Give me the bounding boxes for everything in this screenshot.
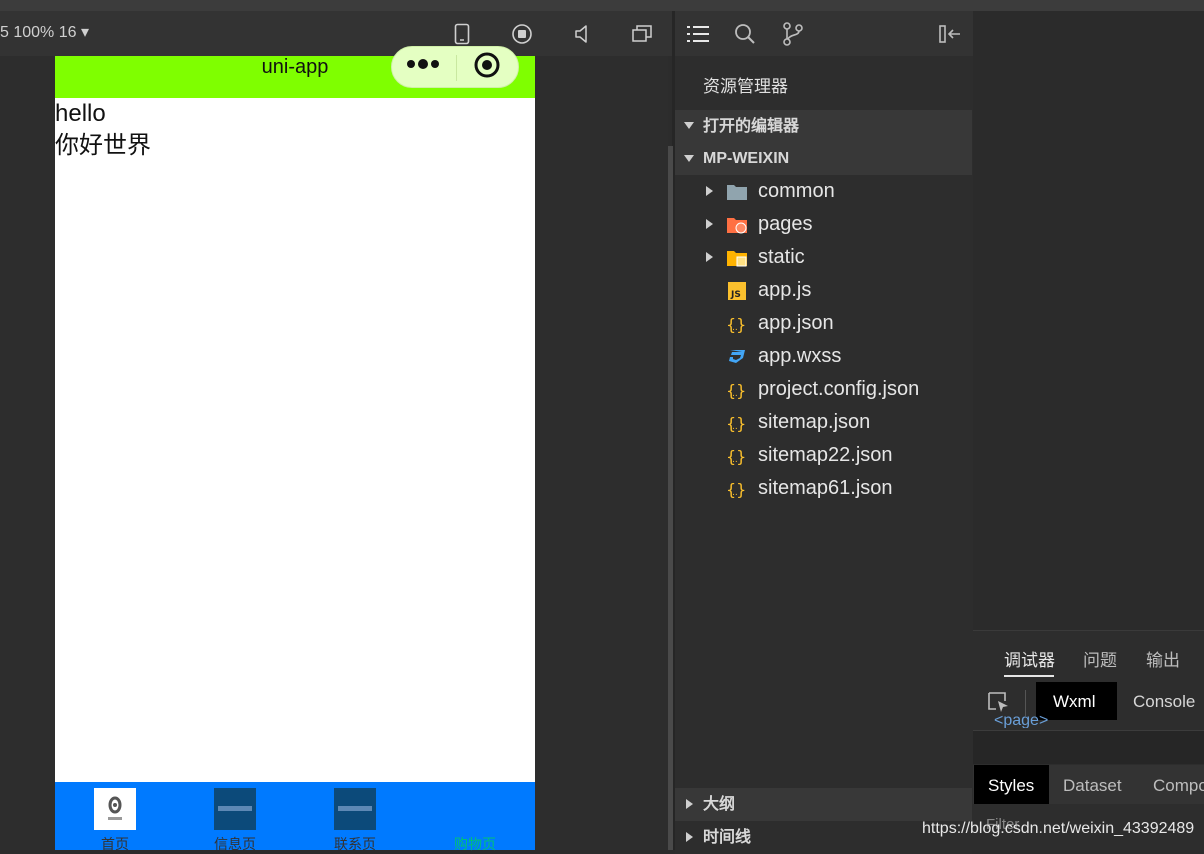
source-control-icon[interactable]: [781, 22, 805, 46]
tab-label-contact: 联系页: [334, 836, 376, 852]
tree-item-project-config[interactable]: {}.. project.config.json: [675, 373, 972, 406]
json-icon: {}..: [726, 313, 748, 335]
tab-wxml-label: Wxml: [1053, 692, 1096, 711]
tab-label-info: 信息页: [214, 836, 256, 852]
file-name: sitemap.json: [758, 411, 871, 433]
file-name: common: [758, 180, 835, 202]
file-name: pages: [758, 213, 813, 235]
uni-app-icon: [214, 788, 256, 830]
file-name: static: [758, 246, 805, 268]
wxml-tree: [973, 730, 1204, 764]
watermark: https://blog.csdn.net/weixin_43392489: [922, 820, 1195, 837]
chevron-right-icon: [706, 186, 713, 196]
title-strip: [0, 0, 1204, 11]
tab-label-home: 首页: [101, 836, 129, 852]
svg-text:..: ..: [732, 422, 738, 432]
tree-item-app-json[interactable]: {}.. app.json: [675, 307, 972, 340]
timeline-label: 时间线: [703, 829, 752, 846]
open-editors-label: 打开的编辑器: [703, 118, 800, 135]
active-tab-underline: [1004, 675, 1054, 677]
collapse-panel-icon[interactable]: [938, 22, 962, 46]
tab-output[interactable]: 输出: [1146, 646, 1180, 671]
css-icon: [726, 346, 748, 368]
svg-text:..: ..: [732, 323, 738, 333]
editor-area: [973, 11, 1204, 630]
wxml-page-node[interactable]: <page>: [994, 712, 1048, 728]
tree-item-sitemap22[interactable]: {}.. sitemap22.json: [675, 439, 972, 472]
tab-component[interactable]: Compo: [1153, 776, 1204, 796]
content-line-hello: hello: [55, 100, 106, 127]
file-name: app.json: [758, 312, 834, 334]
folder-static-icon: [726, 247, 748, 269]
tree-item-app-js[interactable]: JS app.js: [675, 274, 972, 307]
tab-problems[interactable]: 问题: [1083, 646, 1117, 671]
json-icon: {}..: [726, 412, 748, 434]
tab-home[interactable]: 首页: [55, 788, 175, 852]
phone-screen: [55, 56, 535, 850]
search-icon[interactable]: [733, 22, 757, 46]
json-icon: {}..: [726, 379, 748, 401]
speaker-icon[interactable]: [570, 22, 594, 46]
tree-item-sitemap61[interactable]: {}.. sitemap61.json: [675, 472, 972, 505]
tree-item-pages[interactable]: pages: [675, 208, 972, 241]
chevron-right-icon: [686, 832, 693, 842]
tree-item-sitemap[interactable]: {}.. sitemap.json: [675, 406, 972, 439]
chevron-right-icon: [686, 799, 693, 809]
json-icon: {}..: [726, 445, 748, 467]
tab-info[interactable]: 信息页: [175, 788, 295, 852]
tab-dataset[interactable]: Dataset: [1063, 776, 1122, 796]
file-name: project.config.json: [758, 378, 920, 400]
file-name: sitemap61.json: [758, 477, 893, 499]
phone-icon[interactable]: [450, 22, 474, 46]
explorer-activity-bar: [675, 11, 973, 56]
tree-item-app-wxss[interactable]: app.wxss: [675, 340, 972, 373]
chevron-down-icon: [684, 122, 694, 129]
more-icon[interactable]: [405, 52, 441, 76]
tab-styles-label: Styles: [988, 776, 1035, 795]
content-line-greeting: 你好世界: [55, 132, 151, 159]
file-name: app.js: [758, 279, 812, 301]
window-icon[interactable]: [630, 22, 654, 46]
json-icon: {}..: [726, 478, 748, 500]
svg-text:JS: JS: [730, 290, 741, 300]
close-miniprogram-icon[interactable]: [474, 52, 500, 78]
tab-debugger[interactable]: 调试器: [1004, 646, 1055, 671]
project-label: MP-WEIXIN: [703, 150, 790, 167]
chevron-down-icon: [684, 155, 694, 162]
tree-item-static[interactable]: static: [675, 241, 972, 274]
uni-app-icon: [334, 788, 376, 830]
chevron-right-icon: [706, 219, 713, 229]
js-icon: JS: [726, 280, 748, 302]
tab-shop[interactable]: 购物页: [415, 788, 535, 852]
explorer-icon[interactable]: [686, 22, 710, 46]
tree-item-common[interactable]: common: [675, 175, 972, 208]
outline-label: 大纲: [703, 796, 736, 813]
folder-icon: [726, 181, 748, 203]
zoom-select[interactable]: 5 100% 16 ▾: [0, 22, 89, 42]
tab-label-shop: 购物页: [454, 836, 496, 852]
chevron-right-icon: [706, 252, 713, 262]
tab-contact[interactable]: 联系页: [295, 788, 415, 852]
file-name: sitemap22.json: [758, 444, 893, 466]
csdn-logo-icon: [94, 788, 136, 830]
record-stop-icon[interactable]: [510, 22, 534, 46]
folder-pages-icon: [726, 214, 748, 236]
svg-text:..: ..: [732, 389, 738, 399]
tab-console[interactable]: Console: [1133, 692, 1195, 712]
svg-text:..: ..: [732, 455, 738, 465]
file-name: app.wxss: [758, 345, 842, 367]
simulator-scrollbar[interactable]: [668, 146, 673, 850]
explorer-title: 资源管理器: [703, 77, 788, 96]
svg-text:..: ..: [732, 488, 738, 498]
